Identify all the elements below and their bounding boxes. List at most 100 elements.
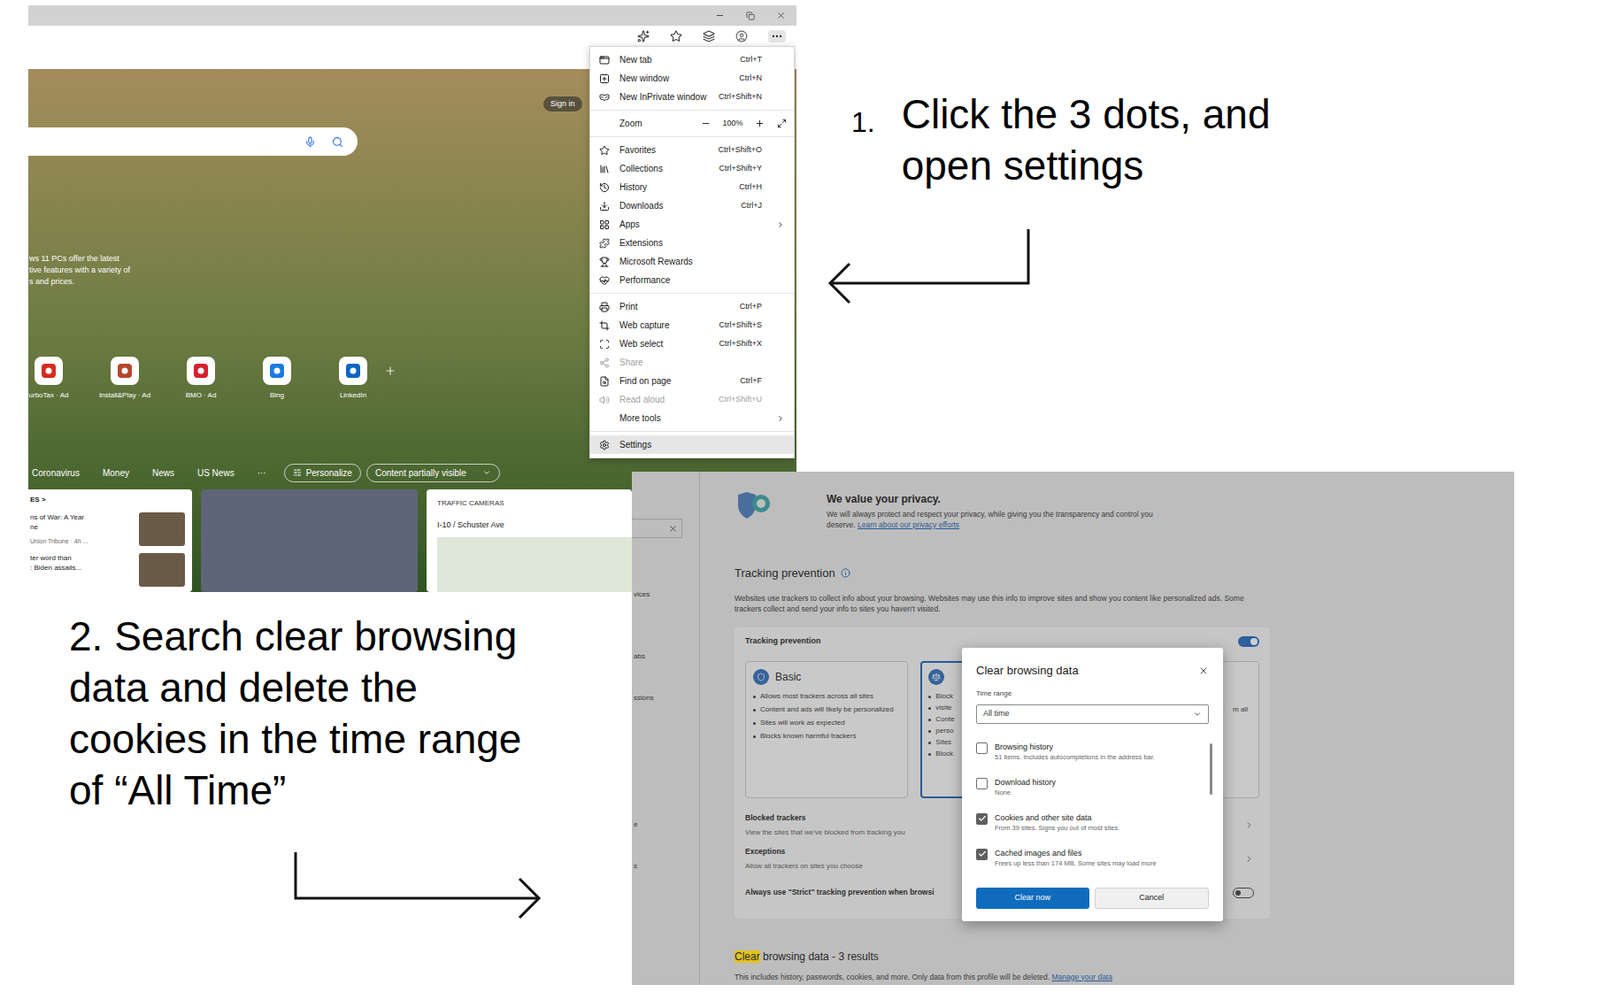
option-checkbox[interactable] xyxy=(976,813,988,825)
row-text: Always use "Strict" tracking prevention … xyxy=(745,886,935,899)
menu-item[interactable]: New windowCtrl+N xyxy=(590,69,794,88)
scrollbar-thumb[interactable] xyxy=(1209,743,1213,795)
traffic-card[interactable]: TRAFFIC CAMERASI-10 / Schuster Ave xyxy=(426,489,632,593)
option-row[interactable]: Browsing history51 items. Includes autoc… xyxy=(976,741,1195,777)
quick-link[interactable]: Bing xyxy=(238,356,316,401)
menu-item-label: Microsoft Rewards xyxy=(619,254,762,269)
favorite-icon[interactable] xyxy=(669,30,683,43)
zoom-in-icon[interactable] xyxy=(754,118,765,129)
feed-tab[interactable]: ··· xyxy=(257,466,267,480)
menu-item-label: New InPrivate window xyxy=(619,90,719,104)
news-card[interactable]: ES >ns of War: A YearneUnion Tribune · 4… xyxy=(28,489,193,593)
option-row[interactable]: Download historyNone xyxy=(976,776,1195,813)
card-bullet: Allows most trackers across all sites xyxy=(753,692,900,701)
feed-tab[interactable]: Coronavirus xyxy=(31,466,80,480)
menu-item[interactable]: Find on pageCtrl+F xyxy=(590,371,794,391)
instruction-2: 2. Search clear browsingdata and delete … xyxy=(69,610,522,816)
menu-item[interactable]: PrintCtrl+P xyxy=(590,297,794,316)
level-icon-circle xyxy=(928,669,945,685)
tracking-level-card[interactable]: BasicAllows most trackers across all sit… xyxy=(745,661,908,799)
sidebar-item[interactable]: abs xyxy=(631,651,700,662)
menu-item-icon-slot xyxy=(599,182,620,193)
feed-tab[interactable]: US News xyxy=(197,466,235,480)
menu-item[interactable]: DownloadsCtrl+J xyxy=(590,196,794,216)
sidebar-item[interactable]: s xyxy=(631,861,700,872)
mic-icon[interactable] xyxy=(304,136,316,148)
copilot-icon[interactable] xyxy=(637,30,650,43)
quick-link[interactable]: Install&Play · Ad xyxy=(86,356,163,401)
quick-link[interactable]: LinkedIn xyxy=(315,356,392,401)
clear-browsing-dialog: Clear browsing dataTime rangeAll timeBro… xyxy=(961,647,1224,922)
clear-search-icon[interactable] xyxy=(668,523,678,534)
menu-item-icon-slot xyxy=(599,73,620,85)
feed-tab[interactable]: Money xyxy=(102,466,130,480)
search-box[interactable] xyxy=(28,127,358,156)
more-button[interactable] xyxy=(768,30,786,43)
menu-item[interactable]: Web captureCtrl+Shift+S xyxy=(590,315,794,335)
manage-data-link[interactable]: Manage your data xyxy=(1051,972,1113,982)
clear-now-button[interactable]: Clear now xyxy=(976,887,1090,909)
menu-item[interactable]: HistoryCtrl+H xyxy=(590,177,794,197)
menu-item[interactable]: Apps xyxy=(590,215,794,234)
fullscreen-icon[interactable] xyxy=(776,118,787,129)
option-checkbox[interactable] xyxy=(976,742,988,754)
menu-item-icon-slot xyxy=(599,357,620,369)
news-story[interactable]: ter word than: Biden assails... xyxy=(30,553,185,587)
privacy-banner: We value your privacy.We will always pro… xyxy=(734,491,1515,531)
menu-item[interactable]: FavoritesCtrl+Shift+O xyxy=(590,140,794,160)
menu-item[interactable]: Share xyxy=(590,353,794,372)
card-bullet: m all xyxy=(1232,704,1248,716)
menu-item[interactable]: Extensions xyxy=(590,233,794,253)
close-icon[interactable] xyxy=(1198,665,1209,677)
quick-link-tile xyxy=(110,356,139,385)
menu-item[interactable]: Performance xyxy=(590,270,794,290)
tracking-toggle[interactable] xyxy=(1238,636,1260,647)
restore-icon[interactable] xyxy=(746,11,755,21)
row-title: Exceptions xyxy=(745,846,863,858)
menu-item[interactable]: New InPrivate windowCtrl+Shift+N xyxy=(590,87,794,107)
settings-search[interactable] xyxy=(631,518,683,539)
privacy-link[interactable]: Learn about our privacy efforts xyxy=(857,520,960,530)
close-icon[interactable] xyxy=(776,10,786,21)
menu-item-icon xyxy=(599,338,610,350)
collections-icon[interactable] xyxy=(702,30,716,43)
news-story[interactable]: ns of War: A YearneUnion Tribune · 4h ..… xyxy=(30,512,185,547)
sidebar-item[interactable]: e xyxy=(631,819,700,831)
sidebar-item[interactable]: vices xyxy=(631,589,700,600)
chevron-down-icon xyxy=(1192,709,1202,719)
menu-item[interactable]: New tabCtrl+T xyxy=(590,50,794,70)
profile-icon[interactable] xyxy=(735,30,748,43)
option-checkbox[interactable] xyxy=(976,848,988,861)
zoom-out-icon[interactable] xyxy=(700,118,711,129)
cancel-button[interactable]: Cancel xyxy=(1094,887,1210,909)
sign-in-button[interactable]: Sign in xyxy=(543,96,583,112)
option-checkbox[interactable] xyxy=(976,777,988,790)
search-icon[interactable] xyxy=(331,136,344,148)
sidebar-item[interactable]: ssions xyxy=(631,692,700,704)
chevron-down-icon xyxy=(482,468,492,477)
add-site-icon[interactable] xyxy=(384,364,397,377)
menu-item[interactable]: More tools xyxy=(590,408,794,428)
option-row[interactable]: Cookies and other site dataFrom 39 sites… xyxy=(976,812,1195,848)
strict-toggle[interactable] xyxy=(1232,887,1254,899)
quick-link[interactable]: urboTax · Ad xyxy=(28,356,87,401)
menu-item[interactable]: Settings xyxy=(590,435,794,454)
minimize-icon[interactable] xyxy=(715,10,725,21)
story-source: Union Tribune · 4h ... xyxy=(30,536,134,547)
feed-tab[interactable]: News xyxy=(152,466,175,480)
quick-link[interactable]: BMO · Ad xyxy=(162,356,239,401)
menu-item[interactable]: CollectionsCtrl+Shift+Y xyxy=(590,159,794,178)
content-filter[interactable]: Content partially visible xyxy=(366,463,500,483)
personalize-button[interactable]: Personalize xyxy=(284,463,362,483)
menu-item-label: Favorites xyxy=(619,143,718,157)
menu-item[interactable]: Web selectCtrl+Shift+X xyxy=(590,334,794,354)
option-row[interactable]: Cached images and filesFrees up less tha… xyxy=(976,847,1195,884)
time-range-select[interactable]: All time xyxy=(976,704,1209,724)
menu-item[interactable]: Microsoft Rewards xyxy=(590,252,794,271)
menu-item-icon-slot xyxy=(599,301,620,313)
menu-item[interactable]: Read aloudCtrl+Shift+U xyxy=(590,390,794,409)
news-photo[interactable] xyxy=(200,489,418,593)
info-icon[interactable] xyxy=(840,568,851,578)
menu-section: Settings xyxy=(590,430,794,454)
bullet-dot xyxy=(928,695,931,699)
